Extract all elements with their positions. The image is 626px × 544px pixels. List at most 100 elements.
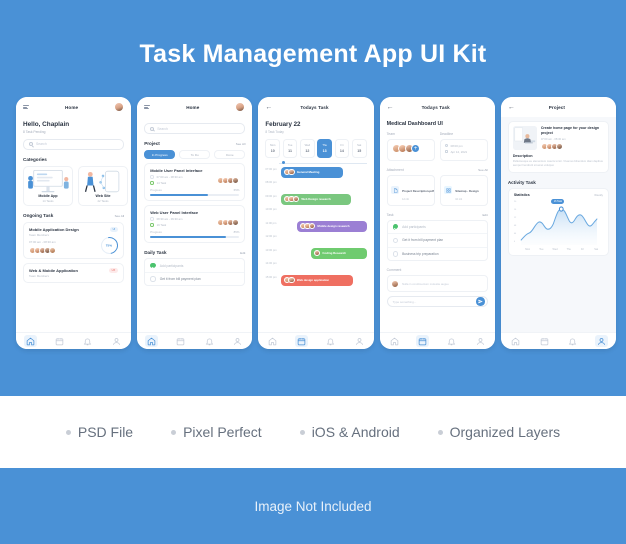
see-all-link[interactable]: See All [478, 168, 488, 172]
statistics-chart: 20 16 12 08 04 0 16 Task [513, 199, 603, 248]
phone-screen-project-detail: ← Project Create home page for your desi… [500, 97, 617, 349]
home-icon[interactable] [145, 335, 159, 347]
timeline-row: 07:00 pm General Meeting [265, 166, 366, 181]
add-member-button[interactable]: + [411, 143, 421, 153]
day-number: 10 [270, 148, 275, 153]
send-icon[interactable] [476, 297, 485, 306]
profile-icon[interactable] [233, 337, 242, 346]
list-item[interactable]: Add participants [387, 221, 487, 234]
list-item[interactable]: Business trip preparation [388, 248, 487, 261]
timeline-event[interactable]: Coding Research [311, 247, 367, 259]
feature-label: Pixel Perfect [183, 424, 262, 440]
profile-icon[interactable] [595, 335, 609, 347]
category-count: 22 Tasks [97, 198, 109, 203]
attachment-item[interactable]: Project Description.pdf 12 mb [386, 174, 435, 206]
edit-link[interactable]: Edit [482, 213, 487, 217]
comment-composer[interactable]: Type something... [386, 296, 488, 307]
home-icon[interactable] [23, 335, 37, 347]
timeline-row: 09:00 pm Web Design research [265, 193, 366, 208]
categories-title: Categories [23, 156, 47, 162]
calendar-icon[interactable] [540, 337, 549, 346]
project-card[interactable]: Web User Panel Interface 08:30 am - 09:3… [144, 205, 246, 244]
calendar-day[interactable]: Fri 14 [334, 138, 350, 158]
chip-to-do[interactable]: To Do [179, 150, 211, 159]
checkbox-checked-icon[interactable] [392, 224, 399, 230]
chart-svg [520, 206, 598, 246]
list-item[interactable]: Get it from bill payment plan [387, 234, 487, 248]
clock-icon [150, 217, 154, 221]
calendar-day[interactable]: Wed 12 [299, 138, 315, 158]
chart-tooltip: 16 Task [551, 199, 565, 205]
avatar[interactable] [235, 102, 246, 112]
list-item[interactable]: Get it from bill payment plan [145, 273, 244, 286]
list-item[interactable]: Add participants [145, 259, 245, 273]
timeline-event[interactable]: Web design application [281, 274, 354, 286]
progress-row: Progress 85% [150, 230, 239, 234]
timeline-event[interactable]: Web Design research [281, 193, 352, 205]
chip-in-progress[interactable]: In Progress [144, 150, 176, 159]
chip-done[interactable]: Done [214, 150, 246, 159]
back-arrow-icon[interactable]: ← [508, 104, 515, 111]
profile-icon[interactable] [476, 337, 485, 346]
calendar-day[interactable]: Tue 11 [282, 138, 298, 158]
checkbox-icon[interactable] [392, 251, 399, 257]
timeline-time: 12:00 pm [265, 235, 277, 239]
day-number: 13 [322, 148, 327, 153]
bell-icon[interactable] [83, 337, 92, 346]
calendar-day[interactable]: Sat 15 [351, 138, 367, 158]
category-card-web-site[interactable]: Web Site 22 Tasks [78, 165, 128, 206]
activity-title: Activity Task [507, 180, 536, 186]
y-tick-label: 12 [513, 217, 517, 220]
team-column: Team + [386, 132, 435, 161]
checkbox-icon[interactable] [150, 276, 156, 282]
deadline-date: Apr 12, 2021 [450, 149, 468, 154]
calendar-icon[interactable] [295, 335, 309, 347]
sitemap-icon [444, 186, 453, 194]
profile-icon[interactable] [112, 337, 121, 346]
avatar[interactable] [114, 102, 125, 112]
see-all-link[interactable]: See All [236, 142, 246, 146]
timeline-event[interactable]: Mobile design research [297, 220, 367, 232]
calendar-day[interactable]: Mon 10 [265, 138, 281, 158]
bell-icon[interactable] [568, 337, 577, 346]
bell-icon[interactable] [205, 337, 214, 346]
task-card[interactable]: UX Web & Mobile Application Team Members [23, 262, 125, 283]
calendar-day-selected[interactable]: Thu 13 [317, 138, 333, 158]
task-checklist: Add participants Get it from bill paymen… [386, 219, 488, 261]
y-tick-label: 16 [513, 209, 517, 212]
profile-icon[interactable] [355, 337, 364, 346]
attachment-meta: Sitemap - Design 10 mb [455, 179, 478, 201]
event-avatars [299, 222, 316, 230]
back-arrow-icon[interactable]: ← [265, 104, 272, 111]
day-name: Wed [304, 143, 311, 147]
calendar-icon[interactable] [416, 335, 430, 347]
project-summary-text: Create home page for your design project… [540, 126, 604, 150]
statistics-period-select[interactable]: Weekly [594, 194, 603, 197]
home-icon[interactable] [390, 337, 399, 346]
search-icon [29, 142, 33, 146]
status-badge: UX [108, 267, 119, 273]
project-card[interactable]: Mobile User Panel Interface 07:00 am - 0… [144, 163, 246, 202]
see-all-link[interactable]: See All [115, 214, 125, 218]
calendar-icon[interactable] [176, 337, 185, 346]
day-name: Tue [287, 143, 293, 147]
home-icon[interactable] [268, 337, 277, 346]
calendar-icon[interactable] [55, 337, 64, 346]
feature-label: PSD File [77, 424, 134, 440]
search-input[interactable]: Search [23, 138, 125, 150]
comment-input-placeholder: Type something... [392, 299, 417, 304]
timeline-event[interactable]: General Meeting [281, 166, 344, 178]
category-card-mobile-app[interactable]: Mobile App 14 Tasks [23, 165, 73, 206]
edit-link[interactable]: Edit [240, 251, 245, 255]
bell-icon[interactable] [326, 337, 335, 346]
todays-task-body: February 22 8 Task Today Mon 10 Tue 11 W… [258, 117, 374, 332]
timeline-row: 14:00 pm [265, 261, 366, 275]
checkbox-icon[interactable] [392, 237, 399, 243]
search-input[interactable]: Search [144, 123, 246, 134]
home-icon[interactable] [511, 337, 520, 346]
back-arrow-icon[interactable]: ← [387, 104, 394, 111]
attachment-item[interactable]: Sitemap - Design 10 mb [439, 174, 488, 206]
task-card[interactable]: UI Mobile Application Design Team Member… [23, 221, 125, 259]
checkbox-checked-icon[interactable] [150, 262, 156, 269]
bell-icon[interactable] [447, 337, 456, 346]
